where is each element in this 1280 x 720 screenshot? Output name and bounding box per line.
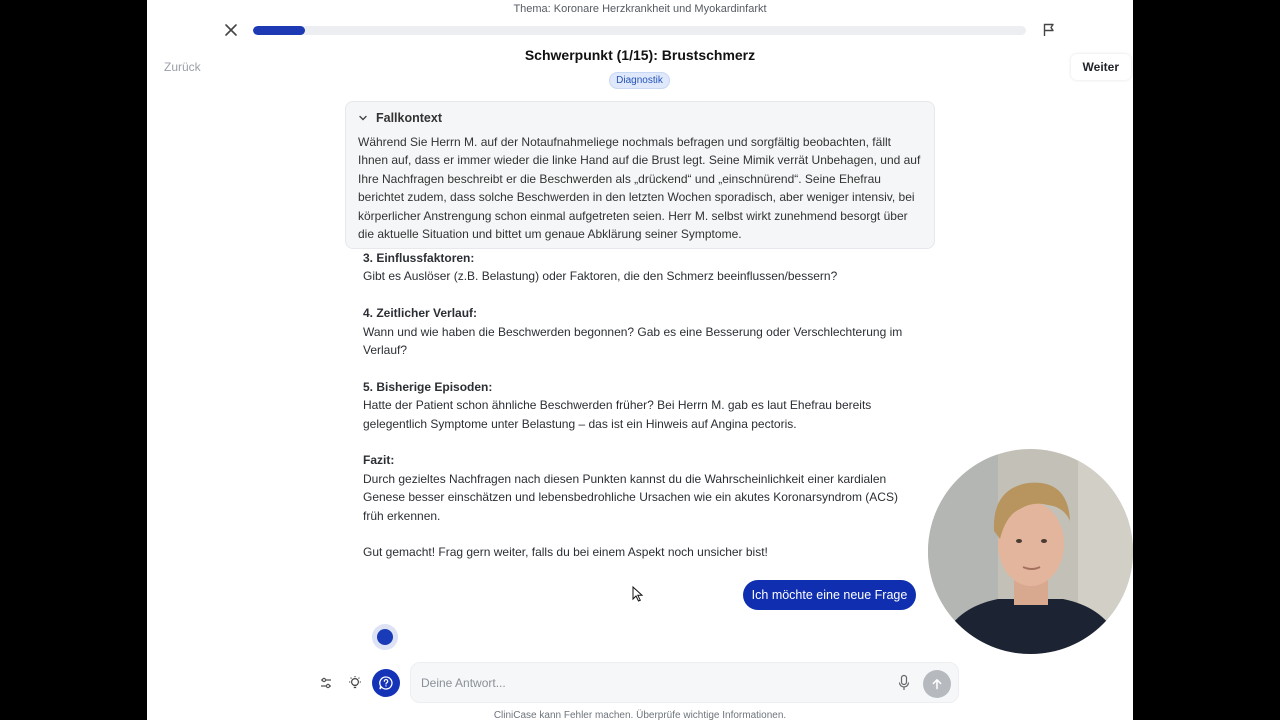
webcam-overlay (928, 449, 1133, 654)
send-button[interactable] (923, 670, 951, 698)
section-heading: 3. Einflussfaktoren: (363, 251, 475, 265)
section-heading: 4. Zeitlicher Verlauf: (363, 306, 478, 321)
context-title: Fallkontext (376, 111, 442, 125)
microphone-icon (898, 674, 910, 690)
mouse-cursor-icon (632, 586, 644, 602)
answer-input[interactable] (421, 673, 881, 693)
question-mode-button[interactable] (372, 669, 400, 697)
section-heading: 5. Bisherige Episoden: (363, 379, 493, 394)
section-text: Gibt es Auslöser (z.B. Belastung) oder F… (363, 269, 838, 284)
close-icon (225, 24, 237, 36)
disclaimer-text: CliniCase kann Fehler machen. Überprüfe … (493, 710, 787, 720)
progress-fill (253, 26, 305, 35)
chat-section: 5. Bisherige Episoden: Hatte der Patient… (363, 378, 919, 433)
section-text: Hatte der Patient schon ähnliche Beschwe… (363, 398, 872, 431)
report-flag-button[interactable] (1041, 22, 1057, 38)
hint-button[interactable] (341, 669, 369, 697)
close-button[interactable] (223, 22, 239, 38)
chat-closing: Gut gemacht! Frag gern weiter, falls du … (363, 545, 768, 560)
answer-input-container (410, 662, 959, 703)
chat-section: Fazit: Durch gezieltes Nachfragen nach d… (363, 451, 919, 525)
typing-indicator (372, 624, 398, 650)
section-heading: Fazit: (363, 453, 395, 468)
arrow-up-icon (932, 679, 942, 690)
webcam-image (928, 449, 1133, 654)
user-message-bubble: Ich möchte eine neue Frage (743, 580, 916, 610)
question-bubble-icon (379, 676, 393, 690)
chat-transcript: 3. Einflussfaktoren: Gibt es Auslöser (z… (363, 249, 919, 562)
category-badge: Diagnostik (609, 72, 670, 89)
chat-section: 3. Einflussfaktoren: Gibt es Auslöser (z… (363, 249, 919, 286)
progress-bar (253, 26, 1026, 35)
page-title: Schwerpunkt (1/15): Brustschmerz (524, 47, 756, 63)
settings-sliders-icon (321, 677, 331, 689)
section-text: Wann und wie haben die Beschwerden begon… (363, 324, 903, 358)
section-text: Durch gezieltes Nachfragen nach diesen P… (363, 471, 898, 523)
chevron-down-icon (359, 115, 367, 121)
case-context-panel: Fallkontext Während Sie Herrn M. auf der… (345, 101, 935, 249)
context-text: Während Sie Herrn M. auf der Notaufnahme… (358, 135, 921, 242)
topic-label: Thema: Koronare Herzkrankheit und Myokar… (513, 3, 767, 15)
settings-button[interactable] (312, 669, 340, 697)
microphone-button[interactable] (897, 674, 911, 692)
context-toggle[interactable]: Fallkontext (358, 110, 442, 126)
flag-icon (1043, 23, 1054, 36)
chat-section: 4. Zeitlicher Verlauf: Wann und wie habe… (363, 304, 919, 359)
lightbulb-icon (349, 676, 361, 689)
